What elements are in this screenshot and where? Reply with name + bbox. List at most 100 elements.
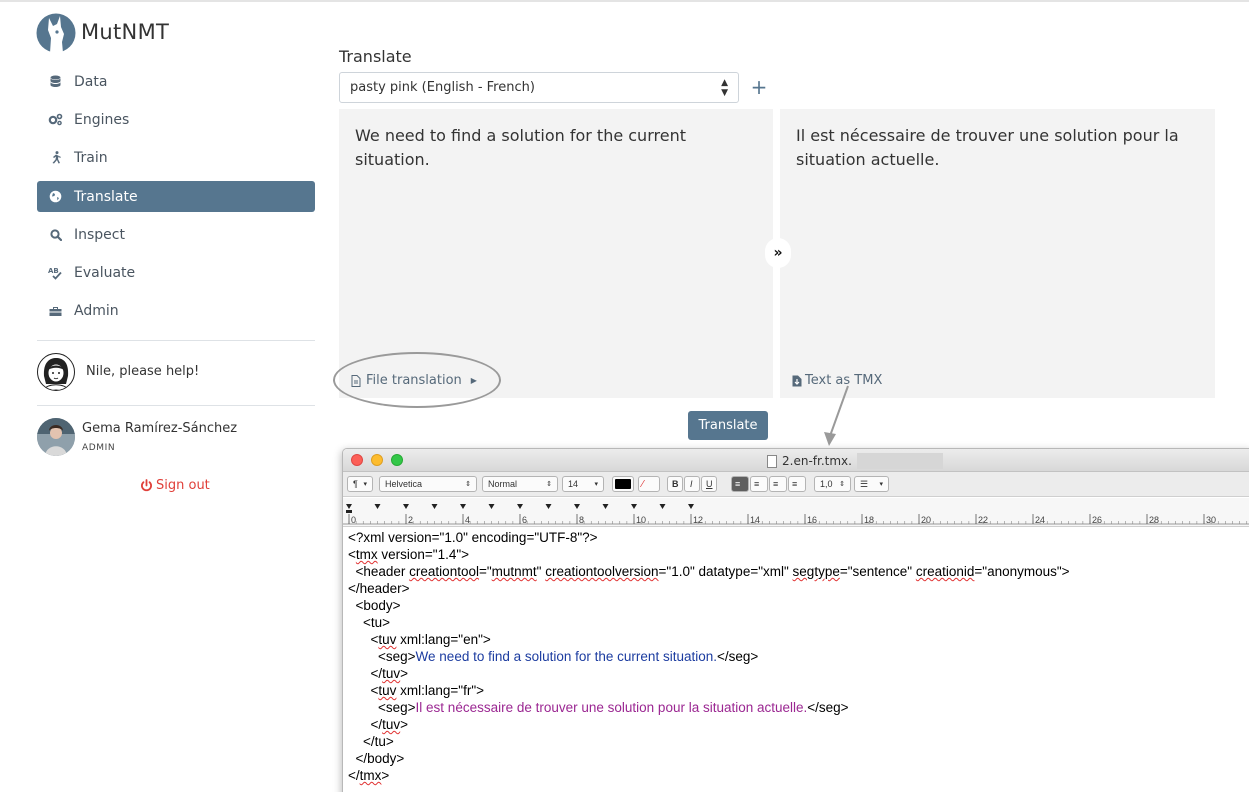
- tab-stop-marker[interactable]: [688, 504, 694, 509]
- align-right-button[interactable]: ≡: [769, 476, 787, 492]
- gears-icon: [37, 113, 74, 126]
- align-right-icon: ≡: [773, 479, 779, 489]
- list-style-select[interactable]: ☰ ▾: [854, 476, 889, 492]
- font-family-select[interactable]: Helvetica ⇕: [379, 476, 477, 492]
- text-color-button[interactable]: [612, 476, 634, 492]
- sidebar-item-evaluate[interactable]: AB Evaluate: [37, 257, 315, 288]
- body-open-line: <body>: [348, 598, 401, 613]
- ruler-tick-label: 22: [978, 515, 988, 525]
- paragraph-style-select[interactable]: ¶ ▾: [347, 476, 373, 492]
- tuv-en-open-line: <tuv xml:lang="en">: [348, 632, 491, 647]
- header-open-line: <header creationtool="mutnmt" creationto…: [348, 564, 1070, 579]
- page-title: Translate: [339, 47, 412, 66]
- tuv-en-close-line: </tuv>: [348, 666, 409, 681]
- font-style-select[interactable]: Normal ⇕: [482, 476, 558, 492]
- font-size-select[interactable]: 14 ▾: [562, 476, 604, 492]
- align-left-icon: ≡: [735, 479, 741, 489]
- ruler-scale: 0 2 4 6 8 10 12 14 16 18 20 22 24 26 28 30: [343, 504, 1249, 525]
- sidebar-item-train[interactable]: Train: [37, 142, 315, 173]
- sidebar-item-admin[interactable]: Admin: [37, 295, 315, 326]
- body-close-line: </body>: [348, 751, 405, 766]
- tmx-preview-window[interactable]: 2.en-fr.tmx. ¶ ▾ Helvetica ⇕ Normal ⇕ 14 ▾ ⁄…: [342, 448, 1249, 792]
- top-border: [0, 0, 1249, 2]
- svg-text:AB: AB: [48, 267, 59, 275]
- tab-stop-marker[interactable]: [431, 504, 438, 509]
- brand-name: MutNMT: [81, 20, 170, 44]
- header-close-line: </header>: [348, 581, 410, 596]
- seg-en-line: <seg>We need to find a solution for the …: [348, 649, 759, 664]
- underline-button[interactable]: U: [701, 476, 717, 492]
- ruler-tick-label: 28: [1149, 515, 1159, 525]
- running-icon: [37, 151, 74, 164]
- ruler-tick-label: 26: [1092, 515, 1102, 525]
- minimize-window-button[interactable]: [371, 454, 383, 466]
- sidebar-item-data[interactable]: Data: [37, 66, 315, 97]
- sidebar-item-label: Translate: [74, 188, 138, 205]
- sidebar-item-label: Admin: [74, 302, 119, 319]
- tab-stop-marker[interactable]: [545, 504, 552, 509]
- italic-button[interactable]: I: [684, 476, 700, 492]
- tmx-close-line: </tmx>: [348, 768, 390, 783]
- ruler-tick-label: 2: [408, 515, 413, 525]
- tab-stop-marker[interactable]: [574, 504, 580, 509]
- align-left-button[interactable]: ≡: [731, 476, 749, 492]
- document-icon: [767, 454, 777, 468]
- redacted-title-box: [856, 453, 943, 469]
- ruler-tick-label: 18: [864, 515, 874, 525]
- line-spacing-select[interactable]: 1,0 ⇕: [814, 476, 851, 492]
- translate-button[interactable]: Translate: [688, 411, 768, 440]
- indent-marker[interactable]: [346, 510, 352, 513]
- help-avatar[interactable]: [37, 353, 75, 391]
- tab-stop-marker[interactable]: [374, 504, 381, 509]
- sidebar-item-label: Train: [74, 149, 108, 166]
- close-window-button[interactable]: [351, 454, 363, 466]
- tab-stop-marker[interactable]: [460, 504, 466, 509]
- select-updown-icon: ▲ ▼: [721, 77, 728, 98]
- tab-stop-marker[interactable]: [403, 504, 409, 509]
- translate-arrow-button[interactable]: »: [765, 238, 791, 268]
- sign-out-button[interactable]: Sign out: [140, 478, 210, 493]
- tab-stop-marker[interactable]: [488, 504, 495, 509]
- ruler: 0 2 4 6 8 10 12 14 16 18 20 22 24 26 28 30: [343, 498, 1249, 527]
- zoom-window-button[interactable]: [391, 454, 403, 466]
- sidebar-item-label: Data: [74, 73, 108, 90]
- ruler-tick-label: 4: [465, 515, 470, 525]
- add-engine-button[interactable]: +: [748, 74, 770, 100]
- annotation-arrow: [824, 385, 849, 446]
- ruler-tick-label: 24: [1035, 515, 1045, 525]
- ruler-tick-label: 6: [522, 515, 527, 525]
- tab-stop-marker[interactable]: [346, 504, 352, 509]
- target-text: Il est nécessaire de trouver une solutio…: [796, 126, 1179, 169]
- justify-button[interactable]: ≡: [788, 476, 806, 492]
- align-center-button[interactable]: ≡: [750, 476, 768, 492]
- source-text[interactable]: We need to find a solution for the curre…: [355, 124, 751, 172]
- tuv-fr-close-line: </tuv>: [348, 717, 409, 732]
- plus-icon: +: [750, 75, 768, 99]
- ruler-tick-label: 16: [807, 515, 817, 525]
- search-icon: [37, 228, 74, 241]
- file-icon: [351, 374, 361, 387]
- tab-stop-marker[interactable]: [517, 504, 523, 509]
- color-swatch: [615, 479, 631, 489]
- tab-stop-marker[interactable]: [631, 504, 637, 509]
- bold-button[interactable]: B: [667, 476, 683, 492]
- spellcheck-icon: AB: [37, 266, 74, 280]
- list-icon: ☰: [860, 478, 869, 489]
- tab-stop-marker[interactable]: [602, 504, 609, 509]
- engine-select[interactable]: pasty pink (English - French) ▲ ▼: [339, 72, 739, 103]
- sidebar-item-translate[interactable]: Translate: [37, 181, 315, 212]
- format-toolbar: ¶ ▾ Helvetica ⇕ Normal ⇕ 14 ▾ ⁄ B I U ≡ ≡ ≡ …: [343, 472, 1249, 497]
- file-translation-link[interactable]: File translation ▶: [351, 373, 477, 388]
- sidebar-item-inspect[interactable]: Inspect: [37, 219, 315, 250]
- help-link[interactable]: Nile, please help!: [86, 364, 199, 379]
- window-title-text: 2.en-fr.tmx.: [782, 454, 852, 468]
- highlight-color-button[interactable]: ⁄: [638, 476, 660, 492]
- tab-stop-marker[interactable]: [659, 504, 666, 509]
- avatar: [37, 418, 75, 456]
- tmx-open-line: <tmx version="1.4">: [348, 547, 470, 562]
- sidebar-item-label: Engines: [74, 111, 130, 128]
- toolbox-icon: [37, 305, 74, 317]
- sidebar-item-label: Inspect: [74, 226, 125, 243]
- sidebar-item-engines[interactable]: Engines: [37, 104, 315, 135]
- window-titlebar[interactable]: 2.en-fr.tmx.: [343, 449, 1249, 472]
